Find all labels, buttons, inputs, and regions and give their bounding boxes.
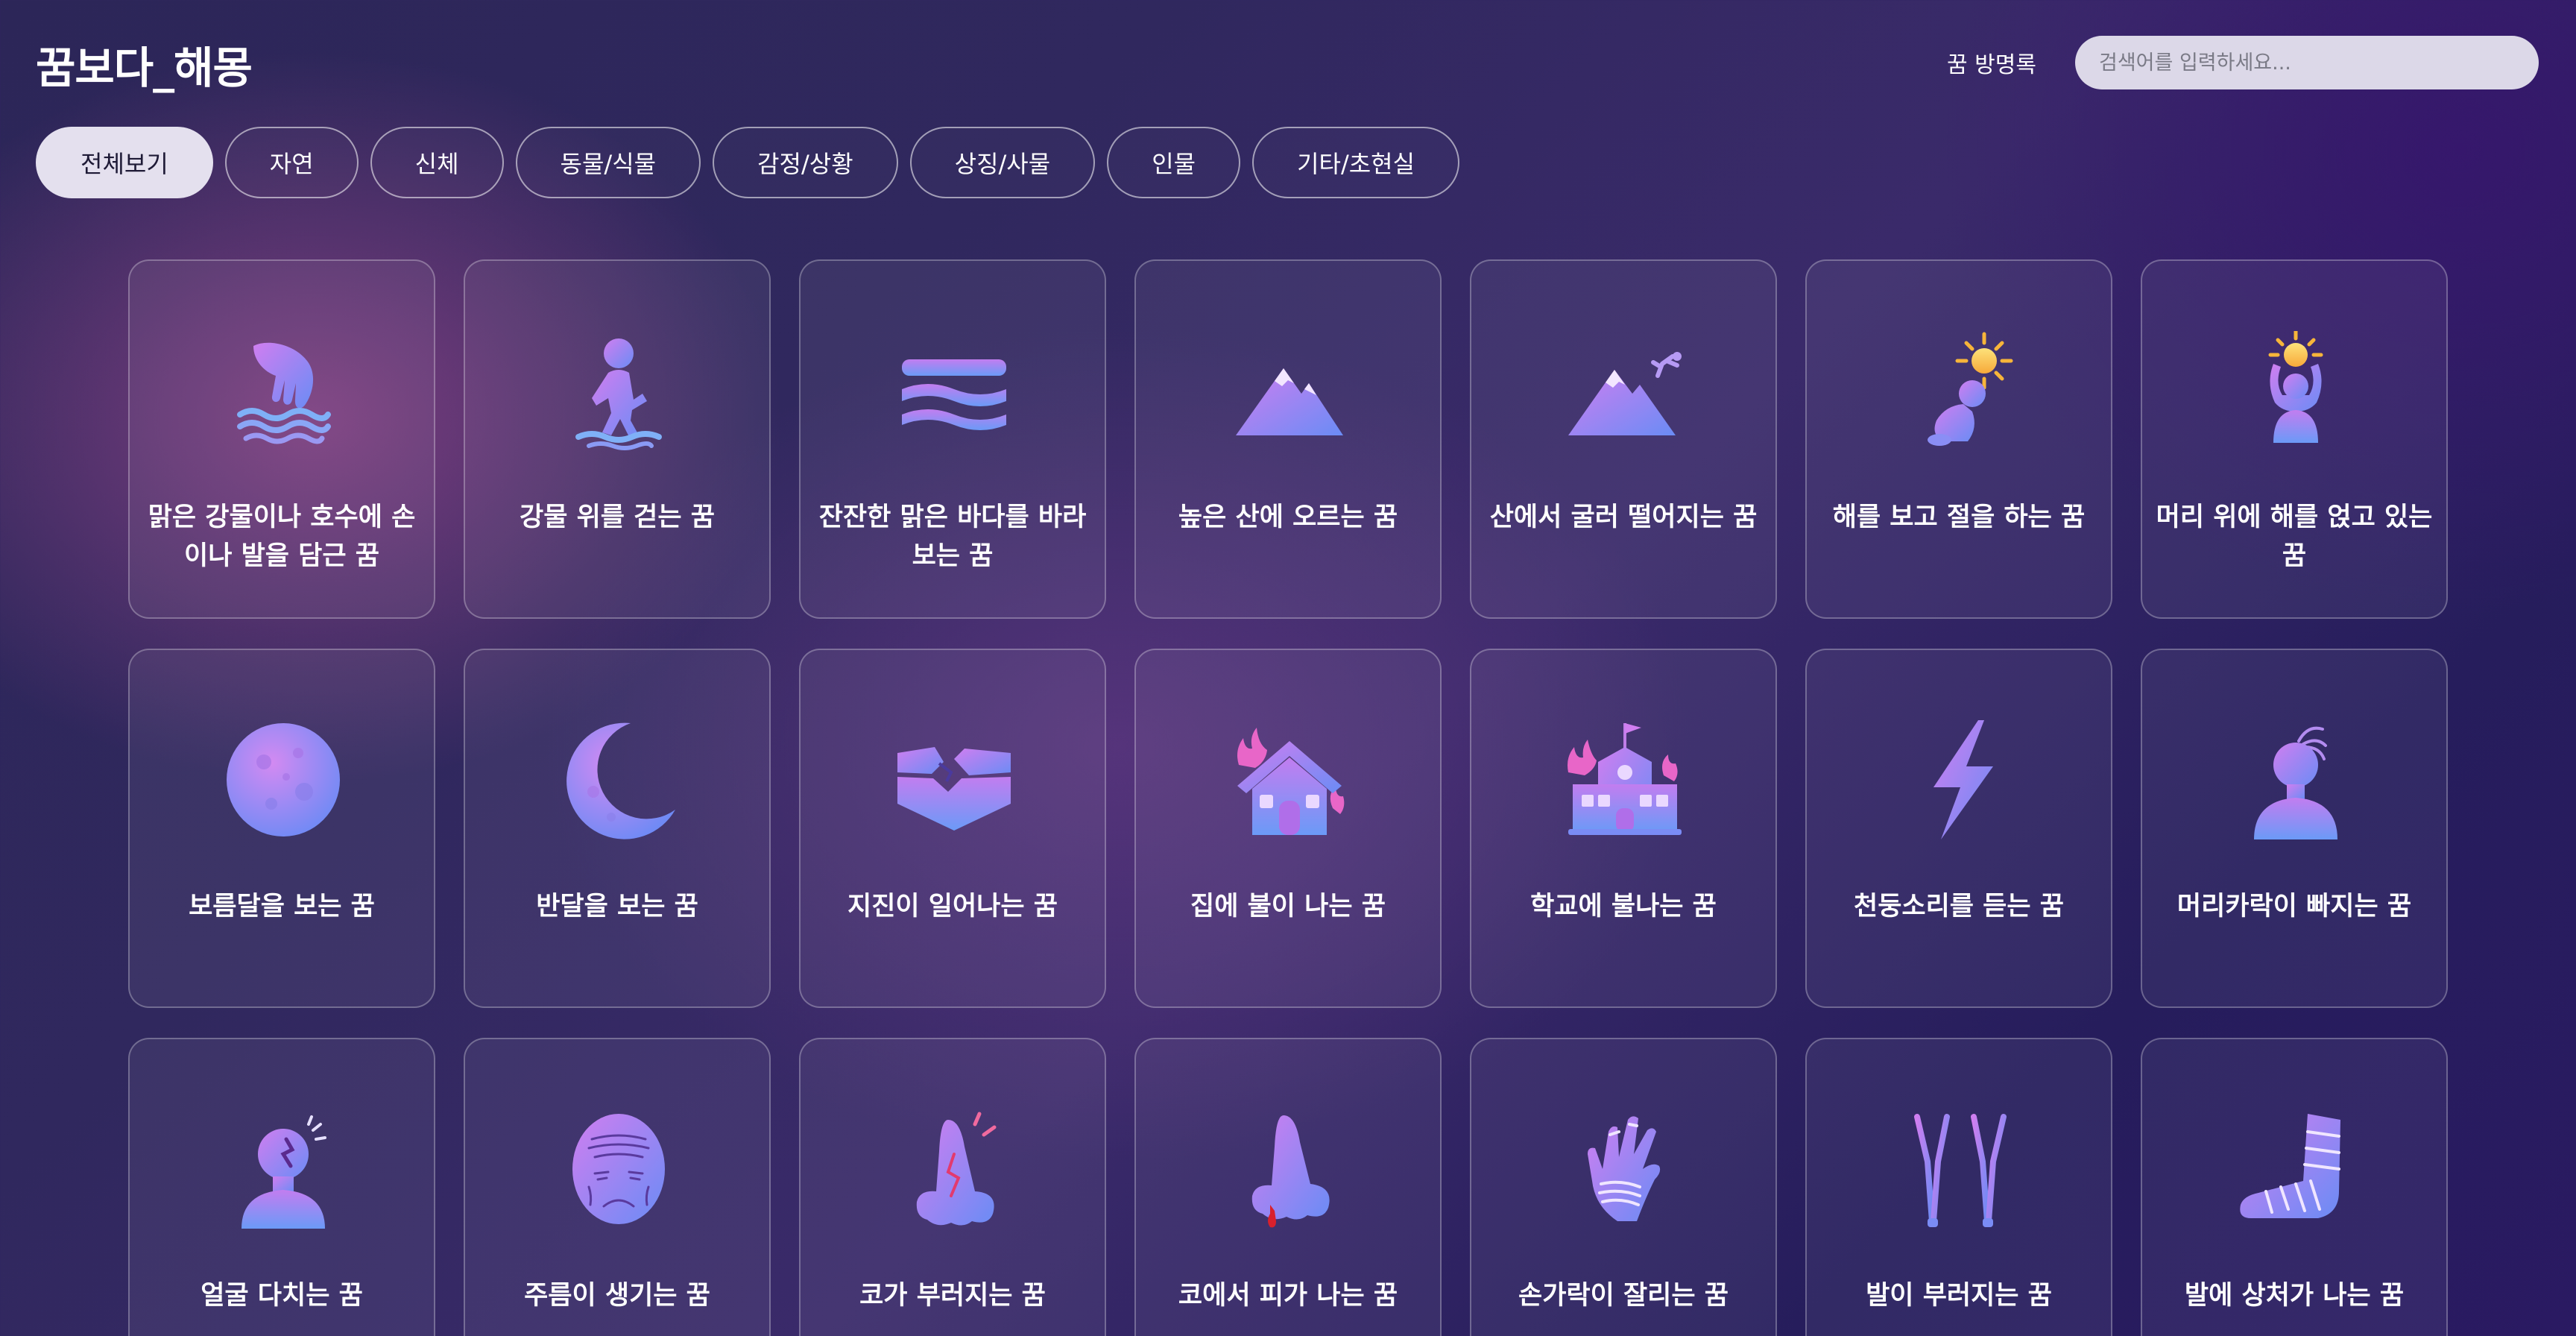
tab-nature[interactable]: 자연 bbox=[224, 127, 359, 198]
crutches-icon bbox=[1901, 1109, 2020, 1229]
tab-people[interactable]: 인물 bbox=[1107, 127, 1241, 198]
dream-card[interactable]: 맑은 강물이나 호수에 손이나 발을 담근 꿈 bbox=[128, 259, 435, 619]
dream-card[interactable]: 강물 위를 걷는 꿈 bbox=[464, 259, 771, 619]
sun-on-head-icon bbox=[2236, 331, 2355, 450]
dream-card[interactable]: 코가 부러지는 꿈 bbox=[799, 1038, 1106, 1336]
dream-card[interactable]: 발에 상처가 나는 꿈 bbox=[2141, 1038, 2448, 1336]
dream-card-label: 코에서 피가 나는 꿈 bbox=[1178, 1281, 1398, 1311]
search-input[interactable] bbox=[2075, 36, 2539, 89]
wrinkled-face-icon bbox=[559, 1109, 678, 1229]
dream-card-label: 강물 위를 걷는 꿈 bbox=[520, 502, 715, 532]
dream-card[interactable]: 얼굴 다치는 꿈 bbox=[128, 1038, 435, 1336]
nosebleed-icon bbox=[1230, 1109, 1349, 1229]
dream-card-label: 주름이 생기는 꿈 bbox=[524, 1281, 710, 1311]
dream-card[interactable]: 학교에 불나는 꿈 bbox=[1470, 649, 1777, 1008]
dream-card-label: 발에 상처가 나는 꿈 bbox=[2184, 1281, 2405, 1311]
dream-card-label: 보름달을 보는 꿈 bbox=[189, 892, 375, 921]
dream-card[interactable]: 지진이 일어나는 꿈 bbox=[799, 649, 1106, 1008]
site-logo[interactable]: 꿈보다_해몽 bbox=[36, 33, 253, 95]
injured-face-icon bbox=[224, 1109, 343, 1229]
tab-other-surreal[interactable]: 기타/초현실 bbox=[1252, 127, 1460, 198]
dream-card-label: 천둥소리를 듣는 꿈 bbox=[1854, 892, 2064, 921]
dream-card[interactable]: 천둥소리를 듣는 꿈 bbox=[1805, 649, 2112, 1008]
tab-body[interactable]: 신체 bbox=[370, 127, 504, 198]
dream-card-label: 머리카락이 빠지는 꿈 bbox=[2176, 892, 2412, 921]
dream-card-label: 코가 부러지는 꿈 bbox=[859, 1281, 1046, 1311]
dream-card-label: 산에서 굴러 떨어지는 꿈 bbox=[1489, 502, 1758, 532]
hand-in-water-icon bbox=[224, 331, 343, 450]
mountain-icon bbox=[1230, 331, 1349, 450]
dream-card[interactable]: 해를 보고 절을 하는 꿈 bbox=[1805, 259, 2112, 619]
full-moon-icon bbox=[224, 720, 343, 839]
calm-sea-icon bbox=[894, 331, 1014, 450]
dream-card[interactable]: 주름이 생기는 꿈 bbox=[464, 1038, 771, 1336]
crescent-moon-icon bbox=[559, 720, 678, 839]
dream-card[interactable]: 집에 불이 나는 꿈 bbox=[1134, 649, 1442, 1008]
dream-card[interactable]: 손가락이 잘리는 꿈 bbox=[1470, 1038, 1777, 1336]
dream-card-grid: 맑은 강물이나 호수에 손이나 발을 담근 꿈 강물 위를 걷는 꿈 잔잔한 맑… bbox=[128, 259, 2448, 1336]
dream-card[interactable]: 산에서 굴러 떨어지는 꿈 bbox=[1470, 259, 1777, 619]
dream-card[interactable]: 잔잔한 맑은 바다를 바라보는 꿈 bbox=[799, 259, 1106, 619]
dream-card-label: 해를 보고 절을 하는 꿈 bbox=[1832, 502, 2086, 532]
dream-card[interactable]: 발이 부러지는 꿈 bbox=[1805, 1038, 2112, 1336]
dream-card[interactable]: 머리 위에 해를 얹고 있는 꿈 bbox=[2141, 259, 2448, 619]
bowing-to-sun-icon bbox=[1901, 331, 2020, 450]
dream-card[interactable]: 반달을 보는 꿈 bbox=[464, 649, 771, 1008]
bandaged-foot-icon bbox=[2236, 1109, 2355, 1229]
dream-card-label: 집에 불이 나는 꿈 bbox=[1190, 892, 1386, 921]
tab-all[interactable]: 전체보기 bbox=[36, 127, 213, 198]
earthquake-icon bbox=[894, 720, 1014, 839]
lightning-icon bbox=[1901, 720, 2020, 839]
dream-card[interactable]: 머리카락이 빠지는 꿈 bbox=[2141, 649, 2448, 1008]
guestbook-link[interactable]: 꿈 방명록 bbox=[1947, 46, 2036, 79]
dream-card[interactable]: 코에서 피가 나는 꿈 bbox=[1134, 1038, 1442, 1336]
dream-card[interactable]: 보름달을 보는 꿈 bbox=[128, 649, 435, 1008]
dream-card-label: 손가락이 잘리는 꿈 bbox=[1518, 1281, 1729, 1311]
falling-from-mountain-icon bbox=[1565, 331, 1685, 450]
dream-card-label: 지진이 일어나는 꿈 bbox=[847, 892, 1058, 921]
header: 꿈보다_해몽 꿈 방명록 bbox=[0, 0, 2576, 119]
dream-card-label: 반달을 보는 꿈 bbox=[536, 892, 698, 921]
broken-nose-icon bbox=[894, 1109, 1014, 1229]
dream-card-label: 맑은 강물이나 호수에 손이나 발을 담근 꿈 bbox=[148, 502, 416, 571]
bandaged-hand-icon bbox=[1565, 1109, 1685, 1229]
walking-on-water-icon bbox=[559, 331, 678, 450]
tab-symbol-object[interactable]: 상징/사물 bbox=[909, 127, 1096, 198]
category-tabs: 전체보기 자연 신체 동물/식물 감정/상황 상징/사물 인물 기타/초현실 bbox=[36, 127, 1460, 198]
tab-animals-plants[interactable]: 동물/식물 bbox=[515, 127, 701, 198]
dream-card-label: 머리 위에 해를 얹고 있는 꿈 bbox=[2156, 502, 2433, 571]
house-fire-icon bbox=[1230, 720, 1349, 839]
dream-card-label: 잔잔한 맑은 바다를 바라보는 꿈 bbox=[818, 502, 1087, 571]
tab-emotion-situation[interactable]: 감정/상황 bbox=[713, 127, 898, 198]
hair-loss-icon bbox=[2236, 720, 2355, 839]
dream-card-label: 높은 산에 오르는 꿈 bbox=[1178, 502, 1398, 532]
dream-card-label: 발이 부러지는 꿈 bbox=[1866, 1281, 2052, 1311]
dream-card-label: 얼굴 다치는 꿈 bbox=[201, 1281, 363, 1311]
dream-card[interactable]: 높은 산에 오르는 꿈 bbox=[1134, 259, 1442, 619]
dream-card-label: 학교에 불나는 꿈 bbox=[1530, 892, 1717, 921]
school-fire-icon bbox=[1565, 720, 1685, 839]
